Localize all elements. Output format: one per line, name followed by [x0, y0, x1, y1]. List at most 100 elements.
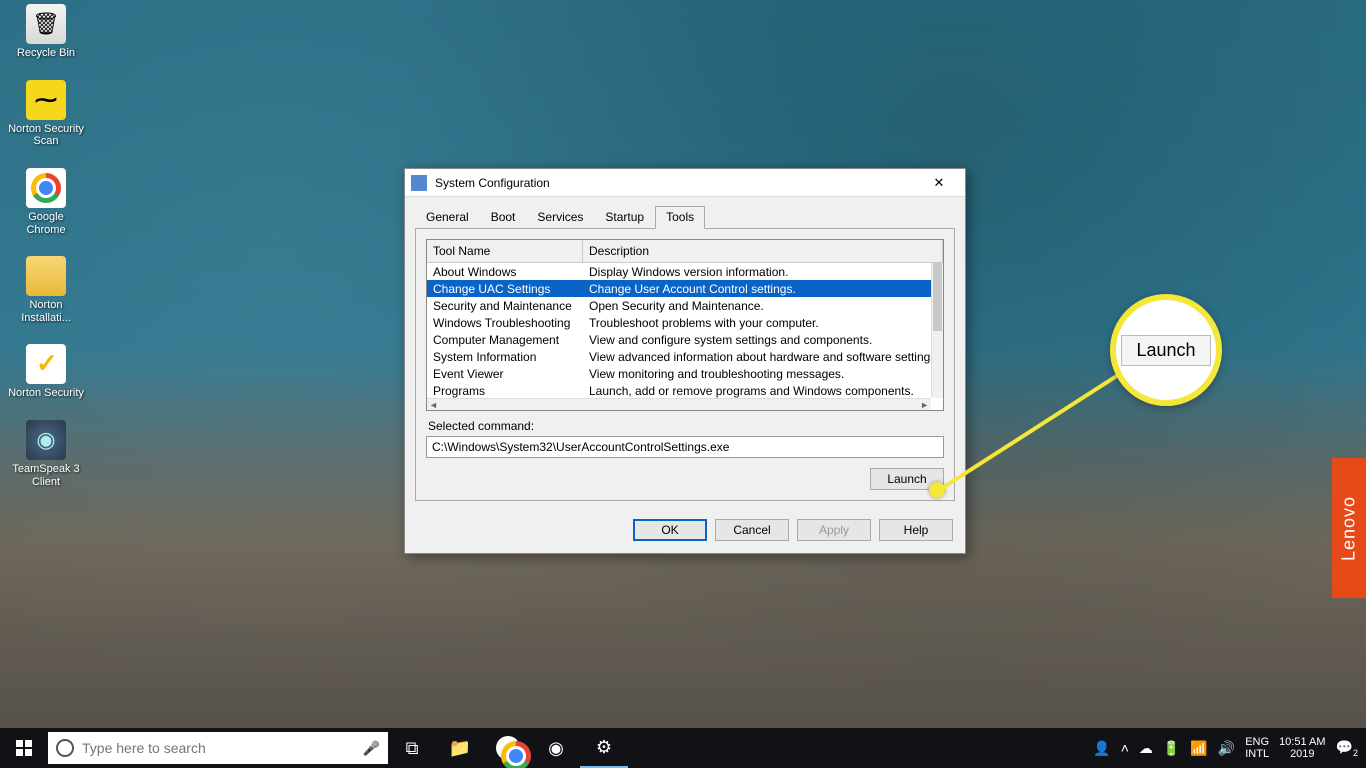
- tab-general[interactable]: General: [415, 206, 480, 229]
- tab-content-tools: Tool Name Description About WindowsDispl…: [415, 228, 955, 501]
- tool-name-cell: System Information: [427, 349, 583, 365]
- desktop-icon-label: TeamSpeak 3 Client: [8, 463, 84, 488]
- windows-icon: [16, 740, 32, 756]
- tool-row[interactable]: About WindowsDisplay Windows version inf…: [427, 263, 931, 280]
- desktop-icon-label: Google Chrome: [8, 211, 84, 236]
- column-header-description[interactable]: Description: [583, 240, 943, 262]
- tool-row[interactable]: Change UAC SettingsChange User Account C…: [427, 280, 931, 297]
- callout-label: Launch: [1121, 335, 1210, 366]
- taskbar-file-explorer[interactable]: 📁: [436, 728, 484, 768]
- cancel-button[interactable]: Cancel: [715, 519, 789, 541]
- tool-row[interactable]: Windows TroubleshootingTroubleshoot prob…: [427, 314, 931, 331]
- search-bar[interactable]: 🎤: [48, 732, 388, 764]
- window-title: System Configuration: [435, 176, 919, 190]
- system-tray: 👤 ˄ ☁ 🔋 📶 🔊 ENG INTL 10:51 AM 2019 💬2: [1093, 736, 1366, 760]
- tab-startup[interactable]: Startup: [594, 206, 655, 229]
- app-icon: [411, 175, 427, 191]
- tab-boot[interactable]: Boot: [480, 206, 527, 229]
- tool-name-cell: Windows Troubleshooting: [427, 315, 583, 331]
- dialog-button-row: OK Cancel Apply Help: [405, 511, 965, 553]
- clock-date: 2019: [1279, 748, 1325, 760]
- language-indicator[interactable]: ENG INTL: [1245, 736, 1269, 760]
- tool-desc-cell: View and configure system settings and c…: [583, 332, 931, 348]
- desktop: 🗑 Recycle Bin ⁓ Norton Security Scan Goo…: [8, 4, 84, 488]
- vertical-scrollbar[interactable]: [931, 263, 943, 398]
- microphone-icon[interactable]: 🎤: [363, 740, 380, 757]
- onedrive-icon[interactable]: ☁: [1139, 740, 1153, 757]
- language-line1: ENG: [1245, 736, 1269, 748]
- horizontal-scrollbar[interactable]: ◄►: [427, 398, 931, 410]
- taskbar-system-configuration[interactable]: ⚙: [580, 728, 628, 768]
- titlebar[interactable]: System Configuration ✕: [405, 169, 965, 197]
- volume-icon[interactable]: 🔊: [1218, 740, 1235, 757]
- desktop-icon-chrome[interactable]: Google Chrome: [8, 168, 84, 236]
- tab-row: General Boot Services Startup Tools: [405, 197, 965, 228]
- recycle-bin-icon: 🗑: [26, 4, 66, 44]
- notification-count: 2: [1353, 747, 1358, 757]
- selected-command-label: Selected command:: [428, 419, 944, 433]
- desktop-icon-label: Norton Installati...: [8, 299, 84, 324]
- apply-button[interactable]: Apply: [797, 519, 871, 541]
- tool-list-header: Tool Name Description: [427, 240, 943, 263]
- language-line2: INTL: [1245, 748, 1269, 760]
- tool-name-cell: Change UAC Settings: [427, 281, 583, 297]
- folder-icon: [26, 256, 66, 296]
- desktop-icon-norton-security[interactable]: Norton Security: [8, 344, 84, 400]
- system-configuration-dialog: System Configuration ✕ General Boot Serv…: [404, 168, 966, 554]
- cortana-icon: [56, 739, 74, 757]
- tool-name-cell: About Windows: [427, 264, 583, 280]
- tool-row[interactable]: Event ViewerView monitoring and troubles…: [427, 365, 931, 382]
- desktop-icon-label: Norton Security Scan: [8, 123, 84, 148]
- taskbar-chrome[interactable]: [484, 728, 532, 768]
- tool-list-body: About WindowsDisplay Windows version inf…: [427, 263, 943, 410]
- tool-desc-cell: Launch, add or remove programs and Windo…: [583, 383, 931, 399]
- desktop-icon-teamspeak[interactable]: ◉ TeamSpeak 3 Client: [8, 420, 84, 488]
- search-input[interactable]: [82, 740, 355, 756]
- taskbar-pinned: ⧉ 📁 ◉ ⚙: [388, 728, 628, 768]
- tool-desc-cell: View monitoring and troubleshooting mess…: [583, 366, 931, 382]
- start-button[interactable]: [0, 728, 48, 768]
- ok-button[interactable]: OK: [633, 519, 707, 541]
- tool-name-cell: Security and Maintenance: [427, 298, 583, 314]
- lenovo-badge[interactable]: Lenovo: [1332, 458, 1366, 598]
- tool-list: Tool Name Description About WindowsDispl…: [426, 239, 944, 411]
- battery-icon[interactable]: 🔋: [1163, 740, 1180, 757]
- tool-desc-cell: Troubleshoot problems with your computer…: [583, 315, 931, 331]
- teamspeak-icon: ◉: [26, 420, 66, 460]
- callout-circle: Launch: [1110, 294, 1222, 406]
- desktop-icon-norton-install[interactable]: Norton Installati...: [8, 256, 84, 324]
- desktop-icon-recycle-bin[interactable]: 🗑 Recycle Bin: [8, 4, 84, 60]
- tool-name-cell: Computer Management: [427, 332, 583, 348]
- tray-chevron-up-icon[interactable]: ˄: [1121, 740, 1129, 756]
- tool-desc-cell: Change User Account Control settings.: [583, 281, 931, 297]
- clock[interactable]: 10:51 AM 2019: [1279, 736, 1325, 760]
- taskbar-teamspeak[interactable]: ◉: [532, 728, 580, 768]
- people-icon[interactable]: 👤: [1093, 740, 1110, 757]
- tab-services[interactable]: Services: [526, 206, 594, 229]
- help-button[interactable]: Help: [879, 519, 953, 541]
- notifications-icon[interactable]: 💬2: [1336, 739, 1358, 758]
- tool-desc-cell: Display Windows version information.: [583, 264, 931, 280]
- tool-row[interactable]: ProgramsLaunch, add or remove programs a…: [427, 382, 931, 399]
- tool-desc-cell: View advanced information about hardware…: [583, 349, 931, 365]
- tool-name-cell: Programs: [427, 383, 583, 399]
- wifi-icon[interactable]: 📶: [1190, 740, 1207, 757]
- tab-tools[interactable]: Tools: [655, 206, 705, 229]
- close-button[interactable]: ✕: [919, 172, 959, 194]
- tool-desc-cell: Open Security and Maintenance.: [583, 298, 931, 314]
- task-view-button[interactable]: ⧉: [388, 728, 436, 768]
- column-header-toolname[interactable]: Tool Name: [427, 240, 583, 262]
- tool-name-cell: Event Viewer: [427, 366, 583, 382]
- tool-row[interactable]: System InformationView advanced informat…: [427, 348, 931, 365]
- tool-row[interactable]: Computer ManagementView and configure sy…: [427, 331, 931, 348]
- clock-time: 10:51 AM: [1279, 736, 1325, 748]
- chrome-icon: [26, 168, 66, 208]
- desktop-icon-label: Recycle Bin: [17, 47, 75, 60]
- desktop-icon-norton-scan[interactable]: ⁓ Norton Security Scan: [8, 80, 84, 148]
- tool-row[interactable]: Security and MaintenanceOpen Security an…: [427, 297, 931, 314]
- norton-security-icon: [26, 344, 66, 384]
- desktop-icon-label: Norton Security: [8, 387, 84, 400]
- scrollbar-thumb[interactable]: [933, 263, 942, 331]
- norton-scan-icon: ⁓: [26, 80, 66, 120]
- selected-command-input[interactable]: [426, 436, 944, 458]
